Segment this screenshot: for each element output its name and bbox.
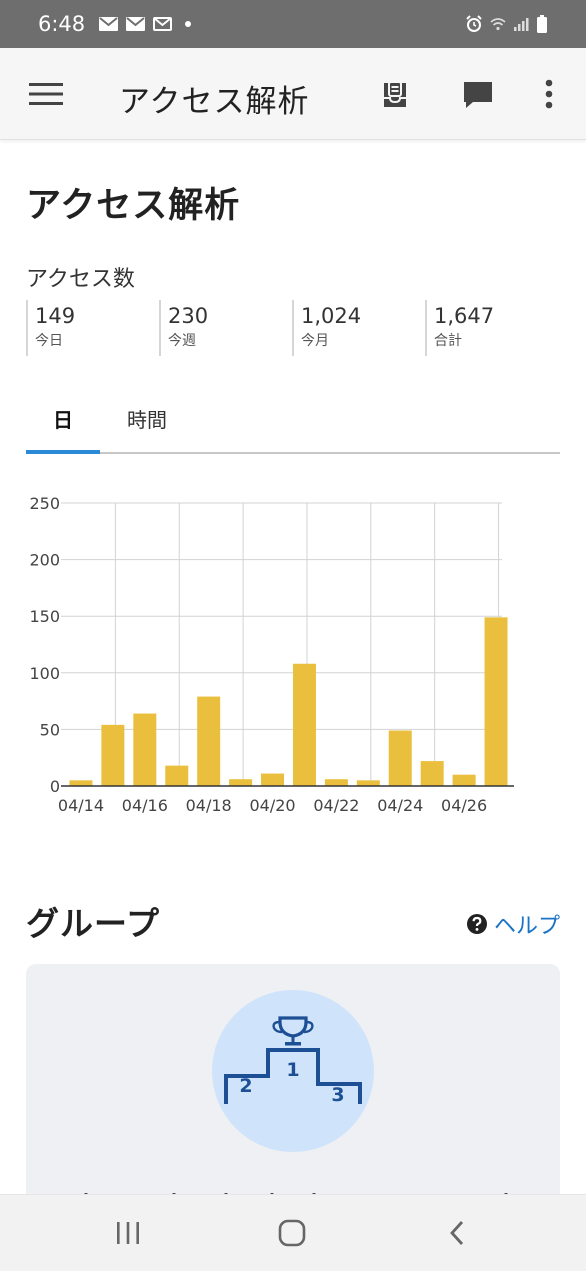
stat-value: 1,647 bbox=[434, 304, 495, 328]
bar-04/23[interactable] bbox=[356, 780, 380, 786]
inbox-icon[interactable] bbox=[378, 78, 412, 112]
x-tick-label: 04/20 bbox=[249, 796, 295, 815]
bar-04/27[interactable] bbox=[484, 617, 508, 786]
app-bar: アクセス解析 bbox=[0, 48, 586, 140]
status-time: 6:48 bbox=[38, 12, 86, 36]
bar-04/16[interactable] bbox=[133, 713, 157, 786]
stat-today: 149 今日 bbox=[26, 300, 75, 356]
battery-icon bbox=[537, 15, 547, 33]
tab-day[interactable]: 日 bbox=[26, 394, 100, 454]
y-tick-label: 200 bbox=[29, 551, 60, 570]
help-link-label: ヘルプ bbox=[494, 914, 561, 939]
group-card: 1 2 3 bbox=[26, 964, 560, 1224]
dot-icon bbox=[185, 21, 192, 27]
back-icon[interactable] bbox=[437, 1213, 477, 1253]
period-tabs: 日 時間 bbox=[26, 394, 560, 454]
y-tick-label: 150 bbox=[29, 607, 60, 626]
bar-04/24[interactable] bbox=[388, 730, 412, 786]
mail-open-icon bbox=[153, 17, 173, 31]
trophy-icon bbox=[272, 1016, 314, 1046]
podium-third: 3 bbox=[331, 1084, 344, 1106]
x-tick-label: 04/22 bbox=[313, 796, 359, 815]
y-tick-label: 50 bbox=[40, 720, 60, 739]
mail-icon bbox=[99, 17, 119, 31]
tab-hour[interactable]: 時間 bbox=[110, 394, 184, 452]
chat-icon[interactable] bbox=[460, 78, 496, 112]
menu-icon[interactable] bbox=[28, 80, 64, 108]
help-link[interactable]: ヘルプ bbox=[466, 908, 560, 940]
bar-04/20[interactable] bbox=[261, 773, 285, 786]
access-stats: 149 今日 230 今週 1,024 今月 1,647 合計 bbox=[26, 300, 566, 356]
help-icon bbox=[467, 914, 487, 934]
more-vert-icon[interactable] bbox=[538, 76, 560, 112]
status-right-icons bbox=[465, 15, 548, 33]
bar-04/18[interactable] bbox=[197, 696, 221, 786]
stat-label: 合計 bbox=[434, 333, 462, 349]
bar-04/22[interactable] bbox=[324, 779, 348, 786]
alarm-icon bbox=[466, 15, 482, 32]
stat-value: 230 bbox=[168, 304, 209, 328]
stat-month: 1,024 今月 bbox=[292, 300, 361, 356]
home-icon[interactable] bbox=[272, 1213, 312, 1253]
wifi-icon bbox=[490, 18, 506, 31]
bar-04/19[interactable] bbox=[229, 779, 253, 786]
access-count-label: アクセス数 bbox=[26, 267, 135, 292]
bar-04/25[interactable] bbox=[420, 761, 444, 786]
stat-label: 今月 bbox=[301, 333, 329, 349]
signal-icon bbox=[514, 18, 529, 31]
access-bar-chart: 0 50 100 150 200 250 04/14 04/16 04/18 04/20 04/22… bbox=[29, 494, 514, 815]
group-section-title: グループ bbox=[26, 904, 161, 943]
podium-first: 1 bbox=[286, 1059, 299, 1081]
x-tick-label: 04/26 bbox=[441, 796, 487, 815]
stat-week: 230 今週 bbox=[159, 300, 208, 356]
app-screen: 6:48 アクセス解析 アクセス解析 アクセス数 149 今日 230 今週 1… bbox=[0, 0, 586, 1271]
y-tick-label: 250 bbox=[29, 494, 60, 513]
bar-04/14[interactable] bbox=[69, 780, 93, 786]
y-tick-label: 100 bbox=[29, 664, 60, 683]
page-title: アクセス解析 bbox=[26, 186, 241, 226]
x-tick-label: 04/18 bbox=[186, 796, 232, 815]
x-tick-label: 04/16 bbox=[122, 796, 168, 815]
podium-illustration: 1 2 3 bbox=[212, 990, 374, 1152]
bar-04/17[interactable] bbox=[165, 765, 189, 786]
stat-total: 1,647 合計 bbox=[425, 300, 494, 356]
x-tick-label: 04/24 bbox=[377, 796, 423, 815]
system-nav-bar bbox=[0, 1194, 586, 1271]
status-notifications bbox=[99, 17, 196, 31]
status-bar: 6:48 bbox=[0, 0, 586, 48]
y-tick-label: 0 bbox=[50, 777, 60, 796]
appbar-title: アクセス解析 bbox=[119, 84, 310, 120]
bar-04/21[interactable] bbox=[292, 663, 316, 786]
x-tick-label: 04/14 bbox=[58, 796, 104, 815]
podium-second: 2 bbox=[239, 1075, 252, 1097]
stat-value: 1,024 bbox=[301, 304, 362, 328]
bar-04/15[interactable] bbox=[101, 724, 125, 786]
stat-label: 今日 bbox=[35, 333, 63, 349]
stat-label: 今週 bbox=[168, 333, 196, 349]
recent-apps-icon[interactable] bbox=[108, 1213, 148, 1253]
mail-icon bbox=[126, 17, 146, 31]
stat-value: 149 bbox=[35, 304, 76, 328]
bar-04/26[interactable] bbox=[452, 774, 476, 786]
